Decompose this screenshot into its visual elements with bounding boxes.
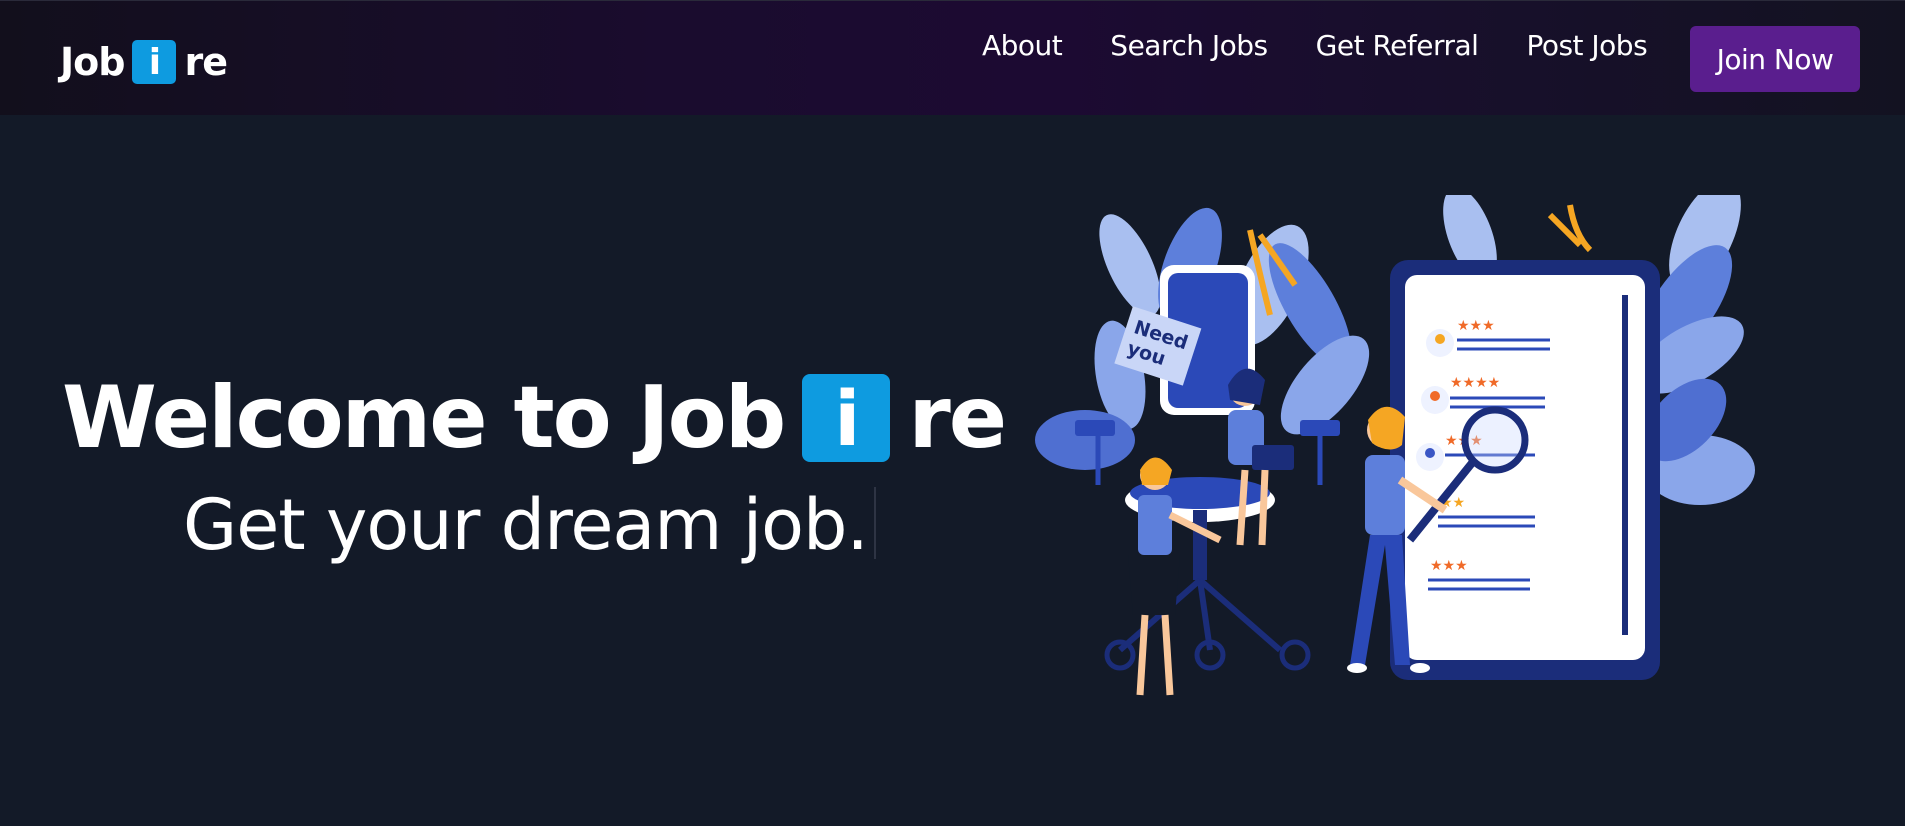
- nav-link-search-jobs[interactable]: Search Jobs: [1110, 29, 1268, 62]
- hero-subtitle: Get your dream job.: [183, 484, 876, 566]
- hero-title-i-icon: i: [802, 374, 891, 463]
- hiring-illustration: ★★★ ★★★★ ★★★ ★★ ★★★: [1035, 195, 1755, 696]
- typing-cursor: [873, 487, 876, 559]
- logo-prefix: Job: [60, 40, 125, 84]
- nav-link-get-referral[interactable]: Get Referral: [1316, 29, 1479, 62]
- logo-i-icon: i: [132, 40, 177, 84]
- hero-title: Welcome to Job i re: [62, 368, 1007, 468]
- hero-title-suffix: re: [908, 368, 1007, 468]
- candidate-board: ★★★ ★★★★ ★★★ ★★ ★★★: [1390, 260, 1660, 680]
- navbar: Job i re About Search Jobs Get Referral …: [0, 0, 1905, 115]
- join-now-button[interactable]: Join Now: [1690, 26, 1860, 92]
- svg-text:★★★★: ★★★★: [1450, 375, 1500, 391]
- logo[interactable]: Job i re: [60, 37, 228, 87]
- nav-link-post-jobs[interactable]: Post Jobs: [1526, 29, 1647, 62]
- svg-text:★★★: ★★★: [1430, 558, 1468, 574]
- hero-title-prefix: Welcome to Job: [62, 368, 786, 468]
- svg-text:★★★: ★★★: [1457, 318, 1495, 334]
- nav-link-about[interactable]: About: [982, 29, 1063, 62]
- logo-suffix: re: [184, 40, 228, 84]
- nav-links: About Search Jobs Get Referral Post Jobs: [982, 29, 1648, 62]
- hero-subtitle-text: Get your dream job.: [183, 484, 869, 566]
